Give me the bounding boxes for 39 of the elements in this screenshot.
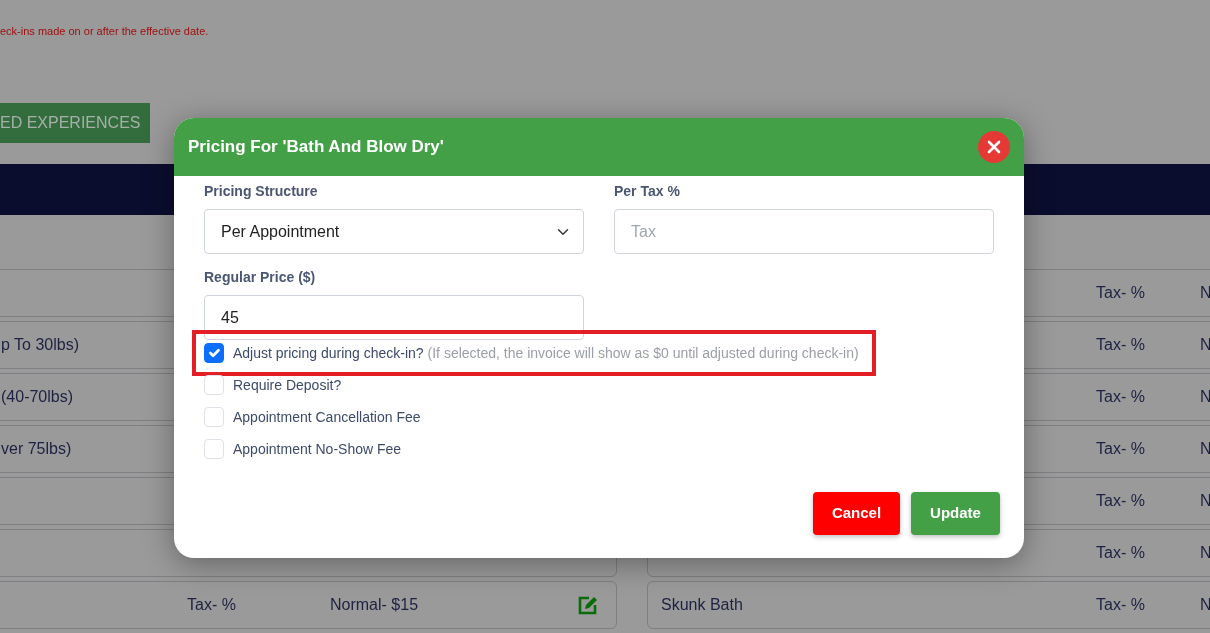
row-price: N: [1200, 439, 1210, 459]
row-price: Normal- $15: [330, 595, 420, 615]
row-name: (40-70lbs): [1, 387, 75, 407]
tax-field[interactable]: Tax: [614, 209, 994, 254]
row-tax: Tax- %: [1096, 595, 1146, 615]
close-button[interactable]: [978, 131, 1010, 163]
row-price: N: [1200, 543, 1210, 563]
row-tax: Tax- %: [1096, 543, 1146, 563]
experiences-button[interactable]: ED EXPERIENCES: [0, 103, 151, 143]
row-name: Skunk Bath: [661, 595, 744, 615]
option-label: Adjust pricing during check-in? (If selected, the invoice will show as $0 until adjusted during check-in): [233, 343, 859, 363]
close-icon: [987, 140, 1001, 154]
row-price: N: [1200, 335, 1210, 355]
field-label: Regular Price ($): [204, 269, 317, 285]
row-price: N: [1200, 387, 1210, 407]
row-tax: Tax- %: [1096, 387, 1146, 407]
row-tax: Tax- %: [1096, 283, 1146, 303]
field-label: Pricing Structure: [204, 183, 319, 199]
cancel-button[interactable]: Cancel: [813, 492, 900, 535]
row-price: N: [1200, 491, 1210, 511]
pricing-structure-select[interactable]: Per Appointment: [204, 209, 584, 254]
row-name: ver 75lbs): [1, 439, 73, 459]
checkbox[interactable]: [204, 343, 224, 363]
row-name: p To 30lbs): [1, 335, 80, 355]
update-button[interactable]: Update: [911, 492, 1000, 535]
row-tax: Tax- %: [1096, 335, 1146, 355]
notice-text: eck-ins made on or after the effective date.: [0, 25, 209, 37]
row-tax: Tax- %: [1096, 491, 1146, 511]
regular-price-field[interactable]: 45: [204, 295, 584, 340]
dialog-title: Pricing For 'Bath And Blow Dry': [188, 136, 444, 159]
row-tax: Tax- %: [1096, 439, 1146, 459]
option-label: Appointment No-Show Fee: [233, 439, 402, 459]
option-label: Require Deposit?: [233, 375, 342, 395]
option-label: Appointment Cancellation Fee: [233, 407, 421, 427]
row-price: N: [1200, 283, 1210, 303]
edit-icon[interactable]: [577, 595, 599, 615]
row-price: N: [1200, 595, 1210, 615]
field-label: Per Tax %: [614, 183, 681, 199]
row-tax: Tax- %: [187, 595, 237, 615]
